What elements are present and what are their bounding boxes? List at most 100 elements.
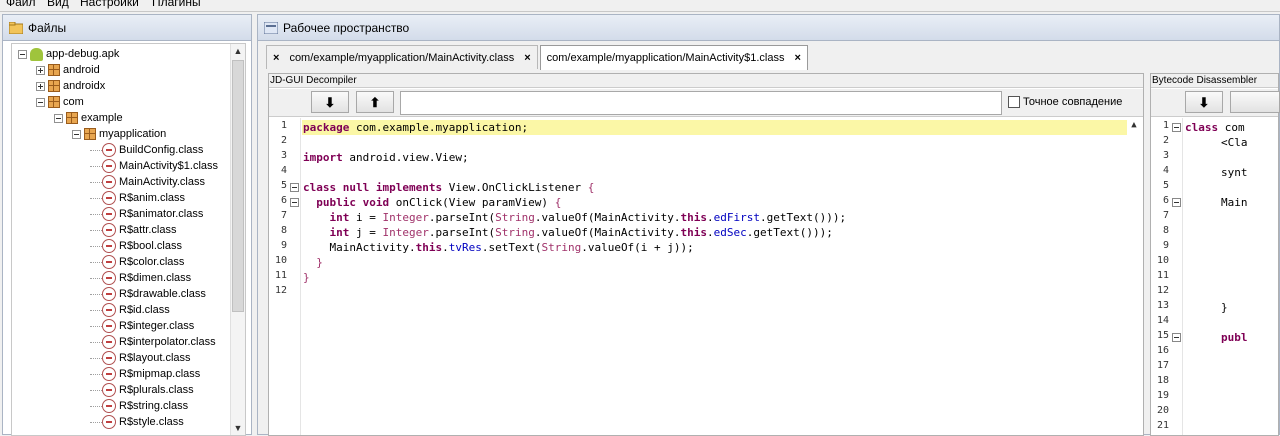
tree-item[interactable]: R$interpolator.class [90,334,216,350]
fold-icon[interactable] [290,198,299,207]
tree-item[interactable]: R$attr.class [90,222,176,238]
tree-connector [90,421,102,423]
fold-icon[interactable] [1172,198,1181,207]
scroll-down-icon[interactable]: ▼ [231,421,245,435]
class-file-icon [102,351,116,365]
tab-mainactivity-1[interactable]: com/example/myapplication/MainActivity$1… [539,45,808,70]
tree-item[interactable]: R$drawable.class [90,286,206,302]
line-number: 19 [1156,390,1169,401]
line-number: 2 [1162,135,1169,146]
expand-icon[interactable] [36,81,45,91]
download-button[interactable]: ⬇ [1185,91,1223,113]
tree-connector [90,389,102,391]
close-icon[interactable]: × [273,52,279,64]
tree-item[interactable]: BuildConfig.class [90,142,203,158]
collapse-icon[interactable] [54,113,63,123]
tree-item[interactable]: R$animator.class [90,206,203,222]
tree-item[interactable]: R$layout.class [90,350,191,366]
tree-item[interactable]: R$id.class [90,302,170,318]
line-gutter: 1 2 3 4 5 6 7 8 9 10 11 12 13 14 15 16 17 18 19 20 21 [1151,118,1183,435]
close-icon[interactable]: × [794,52,800,64]
class-file-icon [102,239,116,253]
tree-item[interactable]: R$style.class [90,414,184,430]
tree-item[interactable]: MainActivity.class [90,174,205,190]
exact-match-checkbox[interactable] [1008,96,1020,108]
download-button[interactable]: ⬇ [311,91,349,113]
tree-item-label: R$dimen.class [119,272,192,284]
line-number: 9 [1162,240,1169,251]
collapse-icon[interactable] [36,97,45,107]
tree-item[interactable]: R$color.class [90,254,184,270]
line-number: 11 [274,270,287,281]
bytecode-area[interactable]: 1 2 3 4 5 6 7 8 9 10 11 12 13 14 15 16 17 18 19 20 21 class … [1151,118,1278,435]
fold-icon[interactable] [1172,123,1181,132]
tree-item[interactable]: R$bool.class [90,238,182,254]
tree-item-label: R$integer.class [119,320,195,332]
tree-item[interactable]: R$string.class [90,398,188,414]
expand-icon[interactable] [36,65,45,75]
tree-item-label: R$drawable.class [119,288,206,300]
tree-item-label: BuildConfig.class [119,144,204,156]
menu-plugins[interactable]: Плагины [152,0,201,9]
tree-item[interactable]: app-debug.apk [18,46,119,62]
collapse-icon[interactable] [18,49,27,59]
bytecode-line-4: synt [1221,166,1248,179]
tree-item[interactable]: myapplication [72,126,166,142]
bytecode-line-15: publ [1221,331,1248,344]
class-file-icon [102,175,116,189]
class-file-icon [102,255,116,269]
line-number: 5 [280,180,287,191]
code-line-9: MainActivity.this.tvRes.setText(String.v… [303,241,694,254]
menu-file[interactable]: Файл [6,0,36,9]
tree-item-label: app-debug.apk [46,48,120,60]
upload-button[interactable]: ⬆ [356,91,394,113]
scroll-up-icon[interactable]: ▲ [1127,118,1141,132]
bytecode-line-1: class com [1185,121,1245,134]
line-number: 6 [280,195,287,206]
tree-item[interactable]: com [36,94,84,110]
code-line-11: } [303,271,310,284]
collapse-icon[interactable] [72,129,81,139]
tree-item-label: R$animator.class [119,208,204,220]
code-line-1: package com.example.myapplication; [303,121,529,134]
class-file-icon [102,415,116,429]
code-area[interactable]: 1 2 3 4 5 6 7 8 9 10 11 12 package com.example.myap… [269,118,1143,435]
search-input[interactable] [400,91,1002,115]
tree-item[interactable]: MainActivity$1.class [90,158,218,174]
fold-icon[interactable] [290,183,299,192]
toolbar-button[interactable] [1230,91,1280,113]
tree-item[interactable]: R$plurals.class [90,382,194,398]
file-tree: ▲ ▼ app-debug.apk android androidx com examp… [11,43,246,436]
tree-item[interactable]: R$dimen.class [90,270,191,286]
class-file-icon [102,399,116,413]
line-number: 5 [1162,180,1169,191]
package-icon [48,80,60,92]
tree-item[interactable]: example [54,110,123,126]
tree-connector [90,181,102,183]
tree-item[interactable]: R$mipmap.class [90,366,200,382]
line-number: 12 [274,285,287,296]
tree-item-label: androidx [63,80,106,92]
line-number: 17 [1156,360,1169,371]
tree-connector [90,341,102,343]
fold-icon[interactable] [1172,333,1181,342]
close-icon[interactable]: × [524,52,530,64]
tab-bar: × com/example/myapplication/MainActivity… [266,45,810,70]
code-scrollbar[interactable]: ▲ [1127,118,1143,435]
menu-settings[interactable]: Настройки [80,0,139,9]
tree-connector [90,357,102,359]
tree-item[interactable]: R$anim.class [90,190,185,206]
scroll-up-icon[interactable]: ▲ [231,44,245,58]
tree-scrollbar[interactable]: ▲ ▼ [230,44,245,435]
scroll-thumb[interactable] [232,60,244,312]
tree-item[interactable]: androidx [36,78,105,94]
tab-mainactivity[interactable]: × com/example/myapplication/MainActivity… [266,45,538,69]
decompiler-toolbar: ⬇ ⬆ Точное совпадение [269,89,1143,117]
tree-connector [90,277,102,279]
tree-item[interactable]: android [36,62,100,78]
class-file-icon [102,383,116,397]
tree-item[interactable]: R$integer.class [90,318,194,334]
class-file-icon [102,303,116,317]
class-file-icon [102,335,116,349]
menu-view[interactable]: Вид [47,0,69,9]
